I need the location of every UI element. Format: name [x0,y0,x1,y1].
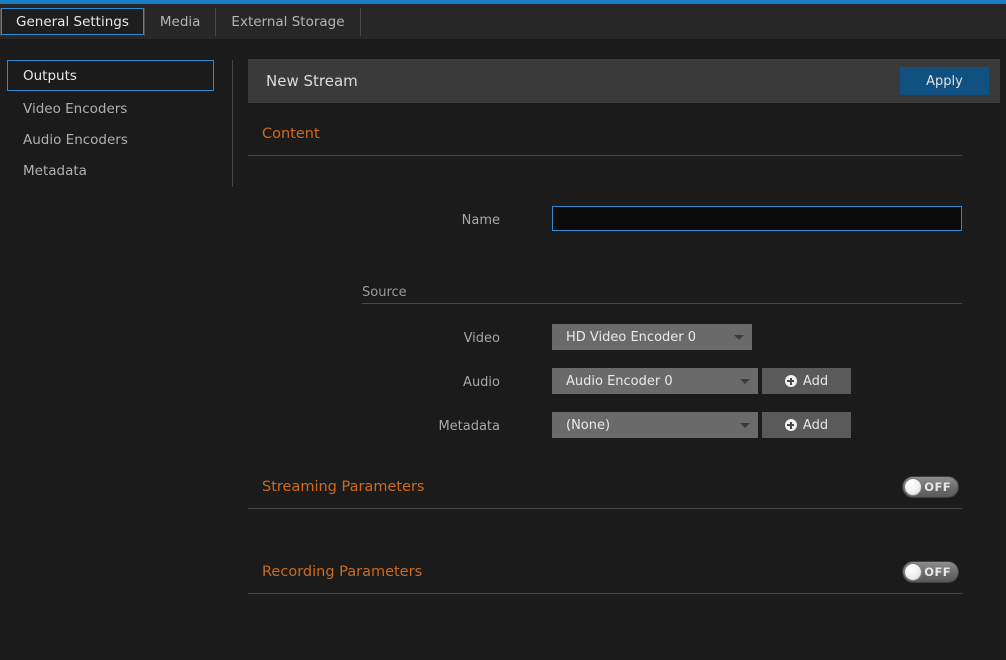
chevron-down-icon [740,423,750,428]
video-row-label: Video [448,331,500,346]
tab-media[interactable]: Media [145,8,216,35]
tab-separator [360,8,361,36]
sidebar: Outputs Video Encoders Audio Encoders Me… [0,39,232,660]
chevron-down-icon [734,335,744,340]
metadata-add-label: Add [803,418,828,433]
sidebar-item-audio-encoders[interactable]: Audio Encoders [7,124,214,155]
plus-circle-icon [785,419,797,431]
toggle-knob [904,563,922,581]
streaming-parameters-toggle[interactable]: OFF [902,476,959,498]
content-section-heading: Content [262,126,320,142]
audio-add-label: Add [803,374,828,389]
content-panel: New Stream Apply Content Name Source Vid… [248,39,1000,660]
sidebar-divider [232,60,233,187]
recording-parameters-rule [248,593,962,594]
sidebar-item-video-encoders[interactable]: Video Encoders [7,93,214,124]
streaming-toggle-state: OFF [924,477,951,497]
source-subsection-label: Source [362,285,407,300]
streaming-parameters-rule [248,508,962,509]
audio-add-button[interactable]: Add [762,368,851,394]
sidebar-item-metadata[interactable]: Metadata [7,155,214,186]
panel-title: New Stream [266,59,358,103]
audio-row-label: Audio [448,375,500,390]
metadata-source-value: (None) [566,418,610,433]
plus-circle-icon [785,375,797,387]
toggle-knob [904,478,922,496]
video-source-select[interactable]: HD Video Encoder 0 [552,324,752,350]
metadata-source-select[interactable]: (None) [552,412,758,438]
apply-button[interactable]: Apply [900,67,989,95]
sidebar-item-outputs[interactable]: Outputs [7,60,214,91]
chevron-down-icon [740,379,750,384]
audio-source-select[interactable]: Audio Encoder 0 [552,368,758,394]
audio-source-value: Audio Encoder 0 [566,374,673,389]
name-field-label: Name [448,213,500,228]
metadata-add-button[interactable]: Add [762,412,851,438]
body-area: Outputs Video Encoders Audio Encoders Me… [0,39,1006,660]
source-subsection-rule [362,303,962,304]
metadata-row-label: Metadata [433,419,500,434]
panel-header: New Stream Apply [248,59,1000,103]
tab-external-storage[interactable]: External Storage [216,8,359,35]
content-section-rule [248,155,962,156]
recording-toggle-state: OFF [924,562,951,582]
recording-parameters-heading: Recording Parameters [262,564,422,580]
name-input[interactable] [552,206,962,231]
tab-general-settings[interactable]: General Settings [1,8,144,35]
recording-parameters-toggle[interactable]: OFF [902,561,959,583]
video-source-value: HD Video Encoder 0 [566,330,696,345]
streaming-parameters-heading: Streaming Parameters [262,479,425,495]
tab-bar: General Settings Media External Storage [0,4,1006,39]
